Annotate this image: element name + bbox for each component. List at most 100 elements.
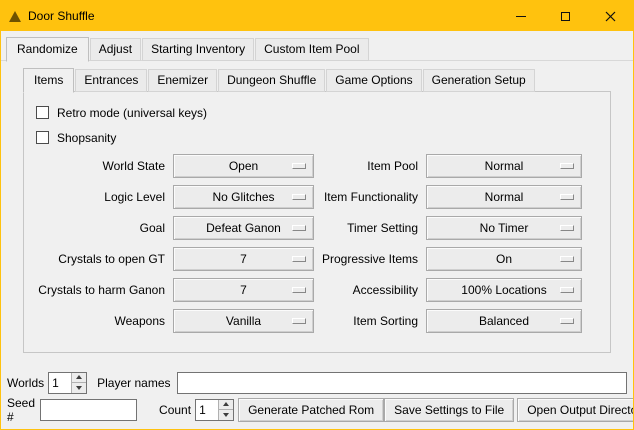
world-state-dropdown[interactable]: Open (173, 154, 314, 178)
shopsanity-label: Shopsanity (57, 131, 116, 145)
logic-level-dropdown[interactable]: No Glitches (173, 185, 314, 209)
count-spin-up-button[interactable] (219, 400, 233, 410)
weapons-label: Weapons (30, 314, 173, 328)
timer-setting-dropdown[interactable]: No Timer (426, 216, 582, 240)
weapons-dropdown[interactable]: Vanilla (173, 309, 314, 333)
tab-entrances[interactable]: Entrances (75, 69, 147, 92)
worlds-input[interactable] (49, 373, 71, 393)
menu-indicator-icon (560, 225, 574, 231)
option-row: Logic Level No Glitches Item Functionali… (30, 181, 604, 212)
logic-level-value: No Glitches (212, 190, 274, 204)
tab-dungeon-shuffle[interactable]: Dungeon Shuffle (218, 69, 325, 92)
item-functionality-value: Normal (485, 190, 524, 204)
goal-value: Defeat Ganon (206, 221, 281, 235)
menu-indicator-icon (560, 287, 574, 293)
goal-label: Goal (30, 221, 173, 235)
tab-starting-inventory[interactable]: Starting Inventory (142, 38, 254, 61)
menu-indicator-icon (292, 318, 306, 324)
player-names-input[interactable] (177, 372, 628, 394)
crystals-harm-ganon-label: Crystals to harm Ganon (30, 283, 173, 297)
tab-custom-item-pool[interactable]: Custom Item Pool (255, 38, 368, 61)
worlds-spin-down-button[interactable] (72, 382, 86, 393)
count-input[interactable] (196, 400, 218, 420)
retro-mode-label: Retro mode (universal keys) (57, 106, 207, 120)
outer-tabbar: Randomize Adjust Starting Inventory Cust… (1, 31, 633, 61)
spin-up-icon (223, 402, 229, 406)
option-row: Crystals to harm Ganon 7 Accessibility 1… (30, 274, 604, 305)
minimize-button[interactable] (498, 1, 543, 31)
accessibility-dropdown[interactable]: 100% Locations (426, 278, 582, 302)
item-sorting-label: Item Sorting (314, 314, 426, 328)
world-state-value: Open (229, 159, 258, 173)
close-button[interactable] (588, 1, 633, 31)
tab-adjust[interactable]: Adjust (90, 38, 141, 61)
save-settings-button[interactable]: Save Settings to File (384, 398, 514, 422)
menu-indicator-icon (292, 194, 306, 200)
tab-randomize[interactable]: Randomize (6, 37, 89, 62)
menu-indicator-icon (560, 194, 574, 200)
inner-tabbar: Items Entrances Enemizer Dungeon Shuffle… (23, 68, 633, 92)
option-row: World State Open Item Pool Normal (30, 150, 604, 181)
spin-down-icon (76, 386, 82, 390)
item-pool-value: Normal (485, 159, 524, 173)
accessibility-label: Accessibility (314, 283, 426, 297)
maximize-icon (561, 12, 570, 21)
item-pool-dropdown[interactable]: Normal (426, 154, 582, 178)
titlebar: Door Shuffle (1, 1, 633, 31)
count-spin-down-button[interactable] (219, 409, 233, 420)
menu-indicator-icon (292, 163, 306, 169)
worlds-spinbox (48, 372, 87, 394)
item-pool-label: Item Pool (314, 159, 426, 173)
timer-setting-label: Timer Setting (314, 221, 426, 235)
window-controls (498, 1, 633, 31)
app-icon (9, 11, 21, 22)
crystals-open-gt-dropdown[interactable]: 7 (173, 247, 314, 271)
option-row: Crystals to open GT 7 Progressive Items … (30, 243, 604, 274)
item-sorting-value: Balanced (479, 314, 529, 328)
tab-game-options[interactable]: Game Options (326, 69, 421, 92)
crystals-harm-ganon-value: 7 (240, 283, 247, 297)
retro-mode-checkbox[interactable] (36, 106, 49, 119)
worlds-spin-buttons (71, 373, 86, 393)
worlds-row: Worlds Player names (7, 370, 627, 395)
count-spinbox (195, 399, 234, 421)
menu-indicator-icon (292, 287, 306, 293)
count-label: Count (159, 403, 191, 417)
accessibility-value: 100% Locations (461, 283, 546, 297)
weapons-value: Vanilla (226, 314, 261, 328)
player-names-label: Player names (97, 376, 170, 390)
window-title: Door Shuffle (28, 9, 95, 23)
worlds-spin-up-button[interactable] (72, 373, 86, 383)
crystals-open-gt-value: 7 (240, 252, 247, 266)
generate-patched-rom-button[interactable]: Generate Patched Rom (238, 398, 384, 422)
items-panel: Retro mode (universal keys) Shopsanity W… (23, 91, 611, 353)
seed-label: Seed # (7, 396, 35, 424)
timer-setting-value: No Timer (480, 221, 529, 235)
crystals-harm-ganon-dropdown[interactable]: 7 (173, 278, 314, 302)
maximize-button[interactable] (543, 1, 588, 31)
menu-indicator-icon (292, 225, 306, 231)
logic-level-label: Logic Level (30, 190, 173, 204)
count-spin-buttons (218, 400, 233, 420)
bottom-bar: Worlds Player names Seed # Count (1, 366, 633, 429)
tab-generation-setup[interactable]: Generation Setup (423, 69, 535, 92)
spin-down-icon (223, 413, 229, 417)
item-sorting-dropdown[interactable]: Balanced (426, 309, 582, 333)
tab-enemizer[interactable]: Enemizer (148, 69, 217, 92)
retro-mode-row: Retro mode (universal keys) (36, 100, 604, 125)
item-functionality-dropdown[interactable]: Normal (426, 185, 582, 209)
shopsanity-checkbox[interactable] (36, 131, 49, 144)
seed-input[interactable] (40, 399, 137, 421)
progressive-items-value: On (496, 252, 512, 266)
progressive-items-dropdown[interactable]: On (426, 247, 582, 271)
worlds-label: Worlds (7, 376, 44, 390)
menu-indicator-icon (560, 256, 574, 262)
tab-items[interactable]: Items (23, 68, 74, 93)
progressive-items-label: Progressive Items (314, 252, 426, 266)
spin-up-icon (76, 375, 82, 379)
world-state-label: World State (30, 159, 173, 173)
menu-indicator-icon (560, 163, 574, 169)
goal-dropdown[interactable]: Defeat Ganon (173, 216, 314, 240)
open-output-directory-button[interactable]: Open Output Directory (517, 398, 634, 422)
option-row: Goal Defeat Ganon Timer Setting No Timer (30, 212, 604, 243)
